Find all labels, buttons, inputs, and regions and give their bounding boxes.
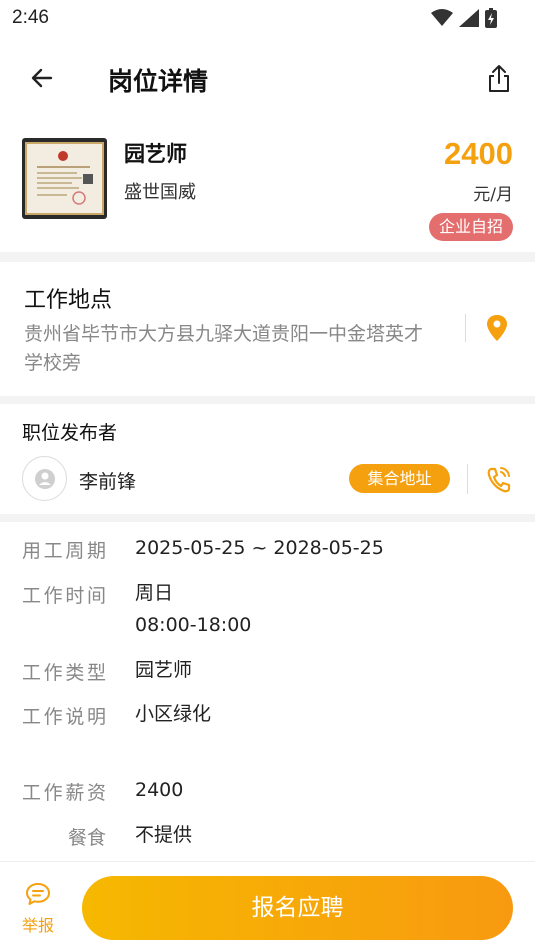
map-pin-button[interactable] — [484, 314, 510, 342]
salary-amount: 2400 — [444, 136, 513, 171]
report-button[interactable]: 举报 — [16, 882, 60, 935]
status-bar: 2:46 — [0, 0, 535, 36]
recruit-type-badge: 企业自招 — [428, 213, 513, 241]
detail-label: 工作说明 — [22, 706, 106, 728]
publisher-separator — [467, 464, 468, 494]
company-certificate-image[interactable] — [22, 138, 107, 219]
detail-value: 周日 — [135, 582, 174, 604]
detail-value: 不提供 — [135, 824, 193, 846]
detail-label: 工作薪资 — [22, 782, 106, 804]
bottom-action-bar: 举报 报名应聘 — [0, 861, 535, 951]
share-icon — [489, 65, 509, 92]
chat-report-icon — [26, 883, 50, 905]
section-divider — [0, 514, 535, 522]
status-icons — [431, 8, 497, 28]
detail-label: 工作类型 — [22, 662, 106, 684]
detail-value: 2025-05-25 ~ 2028-05-25 — [135, 537, 384, 559]
salary-unit: 元/月 — [473, 185, 513, 205]
detail-label: 餐食 — [67, 827, 106, 849]
arrow-left-icon — [31, 68, 53, 88]
status-time: 2:46 — [12, 7, 49, 28]
battery-icon — [485, 8, 497, 28]
detail-value: 2400 — [135, 779, 184, 801]
share-button[interactable] — [483, 60, 515, 96]
publisher-title: 职位发布者 — [22, 422, 118, 444]
publisher-name: 李前锋 — [79, 471, 137, 493]
location-address: 贵州省毕节市大方县九驿大道贵阳一中金塔英才学校旁 — [24, 323, 424, 374]
work-location-section: 工作地点 贵州省毕节市大方县九驿大道贵阳一中金塔英才学校旁 — [0, 262, 535, 396]
location-title: 工作地点 — [24, 288, 113, 313]
back-button[interactable] — [26, 62, 58, 94]
page-title: 岗位详情 — [108, 67, 209, 96]
apply-button[interactable]: 报名应聘 — [82, 876, 513, 940]
map-pin-icon — [487, 315, 507, 341]
detail-label: 工作时间 — [22, 585, 106, 607]
user-icon — [34, 468, 55, 489]
phone-icon — [487, 467, 511, 493]
job-title: 园艺师 — [124, 142, 187, 166]
detail-value: 园艺师 — [135, 659, 193, 681]
publisher-section: 职位发布者 李前锋 集合地址 — [0, 404, 535, 514]
avatar — [22, 456, 67, 501]
location-separator — [465, 314, 466, 342]
wifi-icon — [431, 9, 453, 26]
detail-value-secondary: 08:00-18:00 — [135, 614, 252, 636]
detail-label: 用工周期 — [22, 540, 106, 562]
section-divider — [0, 396, 535, 404]
signal-icon — [459, 9, 479, 27]
gathering-address-button[interactable]: 集合地址 — [349, 464, 450, 493]
app-bar: 岗位详情 — [0, 50, 535, 106]
section-divider — [0, 252, 535, 262]
job-summary-card: 园艺师 盛世国威 2400 元/月 企业自招 — [0, 124, 535, 252]
company-name: 盛世国威 — [124, 182, 196, 203]
report-label: 举报 — [21, 916, 54, 935]
call-button[interactable] — [485, 464, 513, 494]
detail-value: 小区绿化 — [135, 703, 212, 725]
